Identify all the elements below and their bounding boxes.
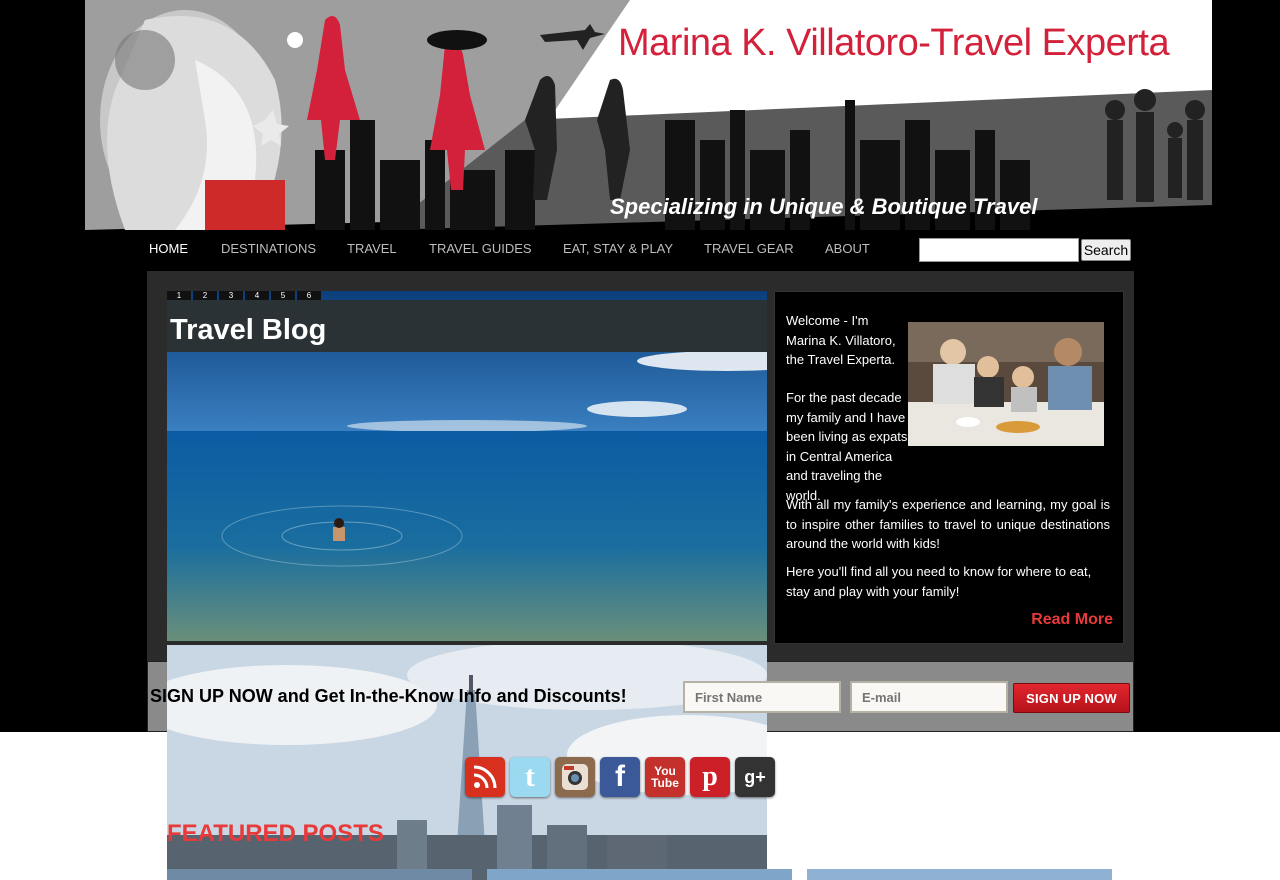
main-nav: HOME DESTINATIONS TRAVEL TRAVEL GUIDES E… [0, 230, 1280, 271]
slider-caption-bar: Travel Blog [167, 300, 767, 352]
slider-dot-4[interactable]: 4 [245, 291, 269, 300]
welcome-panel: Welcome - I'm Marina K. Villatoro, the T… [774, 291, 1124, 644]
featured-post-thumb[interactable] [167, 869, 472, 880]
read-more-link[interactable]: Read More [1031, 611, 1113, 629]
nav-eat-stay-play[interactable]: EAT, STAY & PLAY [563, 241, 673, 256]
search-input[interactable] [919, 238, 1079, 262]
slider-dot-6[interactable]: 6 [297, 291, 321, 300]
search-button[interactable]: Search [1081, 239, 1131, 261]
google-plus-icon[interactable]: g+ [735, 757, 775, 797]
slider-dot-1[interactable]: 1 [167, 291, 191, 300]
site-title: Marina K. Villatoro-Travel Experta [618, 22, 1170, 64]
slider-title: Travel Blog [170, 314, 327, 346]
family-photo [908, 322, 1104, 446]
welcome-paragraph-2: With all my family's experience and lear… [786, 497, 1110, 551]
facebook-icon[interactable]: f [600, 757, 640, 797]
nav-about[interactable]: ABOUT [825, 241, 870, 256]
twitter-icon[interactable]: t [510, 757, 550, 797]
slider-dot-5[interactable]: 5 [271, 291, 295, 300]
signup-headline: SIGN UP NOW and Get In-the-Know Info and… [150, 686, 627, 706]
slider-dot-3[interactable]: 3 [219, 291, 243, 300]
nav-travel-gear[interactable]: TRAVEL GEAR [704, 241, 794, 256]
nav-travel-guides[interactable]: TRAVEL GUIDES [429, 241, 532, 256]
first-name-field[interactable] [683, 681, 841, 713]
nav-home[interactable]: HOME [149, 241, 188, 256]
email-field[interactable] [850, 681, 1008, 713]
header-banner[interactable]: Marina K. Villatoro-Travel Experta Speci… [0, 0, 1280, 230]
slider-pagination: 1 2 3 4 5 6 [167, 291, 323, 300]
rss-icon[interactable] [465, 757, 505, 797]
slider-dot-2[interactable]: 2 [193, 291, 217, 300]
signup-button[interactable]: SIGN UP NOW [1013, 683, 1130, 713]
site-tagline: Specializing in Unique & Boutique Travel [610, 194, 1038, 219]
welcome-intro: Welcome - I'm Marina K. Villatoro, the T… [786, 313, 896, 367]
featured-slider[interactable]: 1 2 3 4 5 6 Travel Blog [167, 291, 767, 641]
featured-post-thumb[interactable] [487, 869, 792, 880]
instagram-icon[interactable] [555, 757, 595, 797]
welcome-paragraph-1: For the past decade my family and I have… [786, 390, 908, 503]
welcome-paragraph-3: Here you'll find all you need to know fo… [786, 564, 1092, 599]
nav-destinations[interactable]: DESTINATIONS [221, 241, 316, 256]
nav-travel[interactable]: TRAVEL [347, 241, 397, 256]
pinterest-icon[interactable]: p [690, 757, 730, 797]
youtube-icon[interactable]: You Tube [645, 757, 685, 797]
featured-posts-heading: FEATURED POSTS [167, 820, 384, 847]
featured-post-thumb[interactable] [807, 869, 1112, 880]
